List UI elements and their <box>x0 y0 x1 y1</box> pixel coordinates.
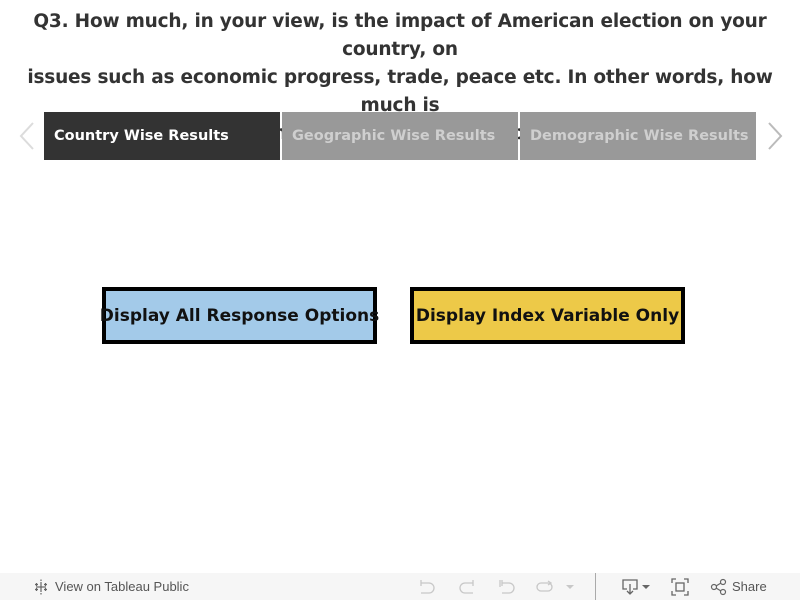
button-label: Display Index Variable Only <box>415 305 680 326</box>
next-tab-button[interactable] <box>760 112 790 160</box>
title-line-1: Q3. How much, in your view, is the impac… <box>33 11 767 60</box>
share-button[interactable]: Share <box>732 573 767 600</box>
tab-demographic-wise-results[interactable]: Demographic Wise Results <box>520 112 756 160</box>
tab-country-wise-results[interactable]: Country Wise Results <box>44 112 280 160</box>
chevron-left-icon <box>19 122 34 150</box>
tableau-toolbar: View on Tableau Public Share <box>0 573 800 600</box>
tab-label: Demographic Wise Results <box>530 128 749 144</box>
download-dropdown-caret-icon[interactable] <box>641 573 651 600</box>
tab-geographic-wise-results[interactable]: Geographic Wise Results <box>282 112 518 160</box>
fullscreen-icon[interactable] <box>671 573 689 600</box>
download-icon[interactable] <box>621 573 639 600</box>
display-index-variable-only-button[interactable]: Display Index Variable Only <box>410 287 685 344</box>
view-on-tableau-public-link[interactable]: View on Tableau Public <box>55 573 189 600</box>
story-navigator: Country Wise Results Geographic Wise Res… <box>0 112 800 160</box>
toolbar-divider <box>595 573 596 600</box>
tab-label: Country Wise Results <box>54 128 229 144</box>
undo-icon[interactable] <box>418 573 436 600</box>
previous-tab-button[interactable] <box>12 112 42 160</box>
dropdown-caret-icon[interactable] <box>565 573 575 600</box>
tableau-logo-icon[interactable] <box>33 573 49 600</box>
share-icon[interactable] <box>710 573 728 600</box>
tab-label: Geographic Wise Results <box>292 128 496 144</box>
refresh-icon[interactable] <box>535 573 555 600</box>
display-all-response-options-button[interactable]: Display All Response Options <box>99 287 380 344</box>
chevron-right-icon <box>768 122 783 150</box>
button-label: Display All Response Options <box>99 305 380 326</box>
redo-icon[interactable] <box>458 573 476 600</box>
revert-icon[interactable] <box>498 573 516 600</box>
